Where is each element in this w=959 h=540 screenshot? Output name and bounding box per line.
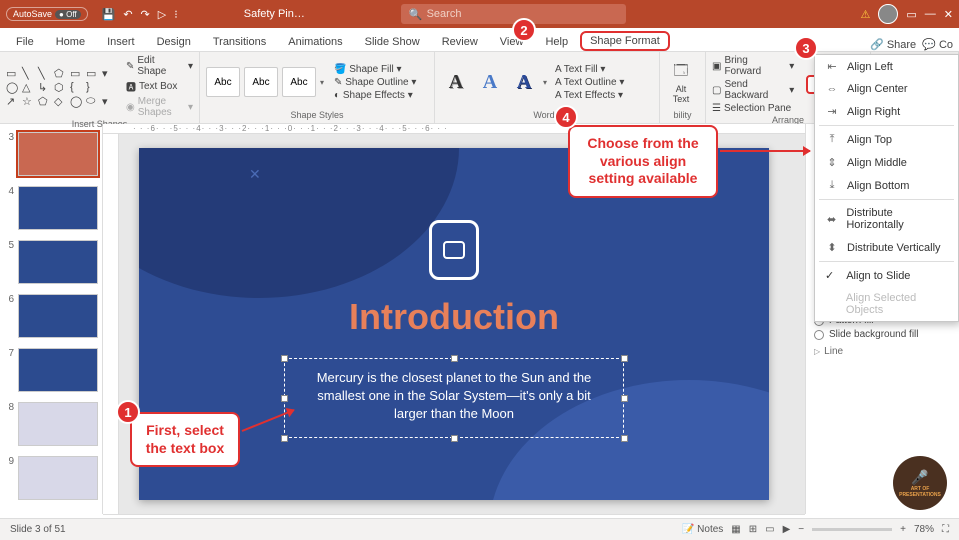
tab-home[interactable]: Home [46, 33, 95, 51]
user-avatar[interactable] [878, 4, 898, 24]
annotation-arrow-4 [720, 150, 810, 152]
group-insert-shapes: ▭╲╲⬠▭▭▾ ◯△↳⬡{} ↗☆⬠◇◯⬭▾ ✎ Edit Shape ▾ 🅰 … [0, 52, 200, 123]
shape-effects-button[interactable]: ◐ Shape Effects ▾ [334, 90, 416, 101]
distribute-h-item[interactable]: ⬌Distribute Horizontally [815, 202, 958, 236]
save-icon[interactable]: 💾 [102, 8, 116, 21]
thumbnail[interactable]: 8 [4, 402, 98, 446]
selection-pane-button[interactable]: ☰ Selection Pane [712, 103, 794, 114]
minimize-icon[interactable]: — [925, 8, 936, 20]
align-dropdown-menu: ⇤Align Left ⇔Align Center ⇥Align Right ⤒… [814, 54, 959, 322]
warning-icon[interactable]: ⚠ [861, 8, 871, 21]
align-left-item[interactable]: ⇤Align Left [815, 55, 958, 78]
text-effects-button[interactable]: A Text Effects ▾ [555, 90, 624, 101]
start-icon[interactable]: ▷ [158, 8, 166, 21]
tab-animations[interactable]: Animations [278, 33, 352, 51]
search-box[interactable]: 🔍 Search [401, 4, 626, 24]
wordart-label: WordA [441, 109, 653, 120]
align-middle-item[interactable]: ⇕Align Middle [815, 151, 958, 174]
file-name: Safety Pin… [244, 8, 305, 20]
wordart-more-icon[interactable]: ▾ [543, 78, 547, 87]
thumbnail[interactable]: 9 [4, 456, 98, 500]
tab-review[interactable]: Review [432, 33, 488, 51]
group-accessibility: 🗔Alt Text bility [660, 52, 706, 123]
thumbnail[interactable]: 3 [4, 132, 98, 176]
phone-icon [429, 220, 479, 280]
view-reading-icon[interactable]: ▭ [765, 524, 774, 535]
group-wordart-styles: A A A ▾ A Text Fill ▾ A Text Outline ▾ A… [435, 52, 660, 123]
align-to-slide-item[interactable]: Align to Slide [815, 264, 958, 287]
wordart-preset[interactable]: A [441, 67, 471, 97]
edit-shape-button[interactable]: ✎ Edit Shape ▾ [126, 55, 193, 77]
slide-thumbnails: 3 4 5 6 7 8 9 [0, 124, 103, 514]
align-top-item[interactable]: ⤒Align Top [815, 128, 958, 151]
tab-help[interactable]: Help [535, 33, 578, 51]
watermark-logo: 🎤 ART OF PRESENTATIONS [893, 456, 947, 510]
zoom-level[interactable]: 78% [914, 524, 934, 535]
selected-text-box[interactable]: Mercury is the closest planet to the Sun… [284, 358, 624, 438]
style-preset[interactable]: Abc [244, 67, 278, 97]
align-right-item[interactable]: ⇥Align Right [815, 100, 958, 123]
tab-transitions[interactable]: Transitions [203, 33, 276, 51]
wordart-preset[interactable]: A [475, 67, 505, 97]
notes-toggle[interactable]: 📝 Notes [682, 524, 723, 535]
undo-icon[interactable]: ↶ [123, 8, 132, 21]
thumbnail[interactable]: 4 [4, 186, 98, 230]
annotation-badge-3: 3 [794, 36, 818, 60]
shape-outline-button[interactable]: ✎ Shape Outline ▾ [334, 77, 416, 88]
slide-title[interactable]: Introduction [139, 296, 769, 338]
share-button[interactable]: 🔗 Share [870, 38, 916, 51]
annotation-callout-4: Choose from the various align setting av… [568, 125, 718, 198]
annotation-callout-1: First, select the text box [130, 412, 240, 467]
shapes-gallery[interactable]: ▭╲╲⬠▭▭▾ ◯△↳⬡{} ↗☆⬠◇◯⬭▾ [6, 67, 116, 107]
tab-insert[interactable]: Insert [97, 33, 145, 51]
align-bottom-item[interactable]: ⤓Align Bottom [815, 174, 958, 197]
vertical-ruler [103, 134, 119, 514]
ribbon-options-icon[interactable]: ▭ [906, 8, 916, 21]
zoom-out-icon[interactable]: − [798, 524, 804, 535]
text-box-button[interactable]: 🅰 Text Box [126, 79, 193, 94]
thumbnail[interactable]: 6 [4, 294, 98, 338]
tab-design[interactable]: Design [147, 33, 201, 51]
tab-shape-format[interactable]: Shape Format [580, 31, 670, 51]
distribute-v-item[interactable]: ⬍Distribute Vertically [815, 236, 958, 259]
comments-button[interactable]: 💬 Co [922, 38, 953, 51]
style-preset[interactable]: Abc [206, 67, 240, 97]
view-normal-icon[interactable]: ▦ [731, 524, 740, 535]
close-icon[interactable]: ✕ [944, 8, 953, 21]
shape-fill-button[interactable]: 🪣 Shape Fill ▾ [334, 64, 416, 75]
align-center-item[interactable]: ⇔Align Center [815, 78, 958, 100]
wordart-preset[interactable]: A [509, 67, 539, 97]
align-selected-item: Align Selected Objects [815, 287, 958, 321]
view-slideshow-icon[interactable]: ▶ [783, 524, 791, 535]
tab-slideshow[interactable]: Slide Show [355, 33, 430, 51]
group-shape-styles: Abc Abc Abc ▾ 🪣 Shape Fill ▾ ✎ Shape Out… [200, 52, 435, 123]
bring-forward-button[interactable]: ▣ Bring Forward ▾ [712, 55, 794, 77]
style-more-icon[interactable]: ▾ [320, 78, 324, 87]
text-fill-button[interactable]: A Text Fill ▾ [555, 64, 624, 75]
thumbnail[interactable]: 5 [4, 240, 98, 284]
annotation-badge-4: 4 [554, 105, 578, 129]
accessibility-label: bility [666, 109, 699, 120]
merge-shapes-button[interactable]: ◉ Merge Shapes ▾ [126, 96, 193, 118]
send-backward-button[interactable]: ▢ Send Backward ▾ [712, 79, 794, 101]
annotation-badge-2: 2 [512, 18, 536, 42]
alt-text-button[interactable]: 🗔Alt Text [666, 60, 696, 104]
titlebar: AutoSave● Off 💾 ↶ ↷ ▷ ⁝ Safety Pin… 🔍 Se… [0, 0, 959, 28]
text-outline-button[interactable]: A Text Outline ▾ [555, 77, 624, 88]
redo-icon[interactable]: ↷ [141, 8, 150, 21]
thumbnail[interactable]: 7 [4, 348, 98, 392]
fit-icon[interactable]: ⛶ [942, 524, 949, 535]
zoom-in-icon[interactable]: + [900, 524, 906, 535]
fill-option[interactable]: Slide background fill [814, 329, 951, 340]
zoom-slider[interactable] [812, 528, 892, 531]
tab-file[interactable]: File [6, 33, 44, 51]
status-bar: Slide 3 of 51 📝 Notes ▦ ⊞ ▭ ▶ − + 78% ⛶ [0, 518, 959, 540]
style-preset[interactable]: Abc [282, 67, 316, 97]
view-sorter-icon[interactable]: ⊞ [749, 524, 757, 535]
annotation-badge-1: 1 [116, 400, 140, 424]
autosave-toggle[interactable]: AutoSave● Off [6, 7, 88, 21]
slide-counter[interactable]: Slide 3 of 51 [10, 524, 66, 535]
more-icon[interactable]: ⁝ [174, 8, 178, 21]
line-section[interactable]: ▷Line [814, 346, 951, 357]
